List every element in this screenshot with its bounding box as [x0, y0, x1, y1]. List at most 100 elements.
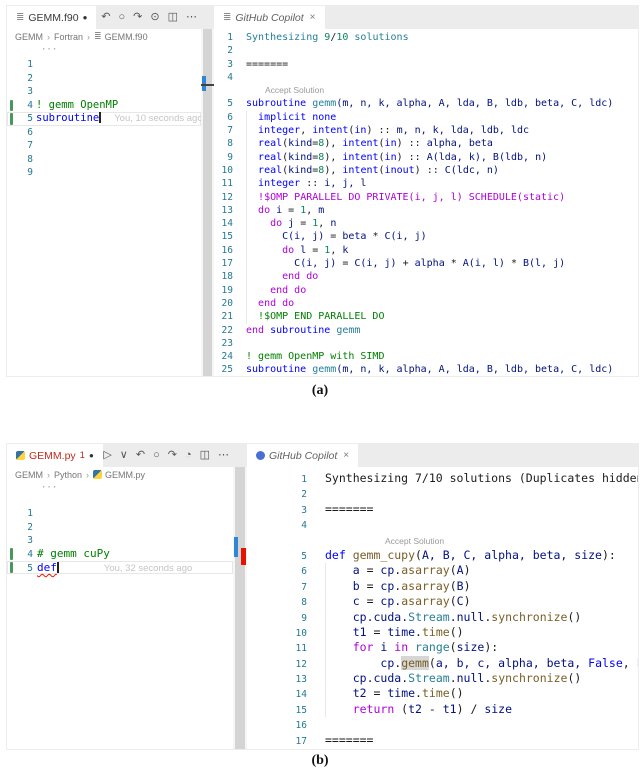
scrollbar-slider[interactable]	[235, 467, 245, 749]
code-line[interactable]: 16	[247, 717, 638, 732]
code-line[interactable]: 1Synthesizing 9/10 solutions	[214, 31, 638, 44]
code-text: do i = 1, m	[246, 204, 324, 217]
code-line[interactable]: 5def gemm_cupy(A, B, C, alpha, beta, siz…	[247, 548, 638, 563]
breadcrumb-item[interactable]: GEMM	[15, 32, 43, 42]
breadcrumb-separator: ›	[86, 470, 89, 480]
breadcrumb-item[interactable]: Python	[54, 470, 82, 480]
code-line[interactable]: 17=======	[247, 733, 638, 748]
more-actions-icon[interactable]: ⋯	[218, 444, 229, 467]
code-line[interactable]: 5defYou, 32 seconds ago	[7, 561, 233, 575]
code-line[interactable]: 8 real(kind=8), intent(in) :: alpha, bet…	[214, 137, 638, 150]
code-line[interactable]: 2	[7, 520, 233, 534]
code-line[interactable]: 7 b = cp.asarray(B)	[247, 579, 638, 594]
code-line[interactable]: 12 !$OMP PARALLEL DO PRIVATE(i, j, l) SC…	[214, 191, 638, 204]
code-line[interactable]: 5subroutine gemm(m, n, k, alpha, A, lda,…	[214, 97, 638, 110]
code-line[interactable]: 8	[7, 153, 201, 167]
code-line[interactable]: 1	[7, 506, 233, 520]
code-line[interactable]: 15 C(i, j) = beta * C(i, j)	[214, 230, 638, 243]
prev-change-icon[interactable]: ○	[119, 6, 126, 29]
breadcrumb-item[interactable]: GEMM.py	[93, 470, 145, 480]
code-line[interactable]: 16 do l = 1, k	[214, 244, 638, 257]
code-line[interactable]: 11 integer :: i, j, l	[214, 177, 638, 190]
code-line[interactable]: 23	[214, 337, 638, 350]
code-line[interactable]: 4	[214, 71, 638, 84]
line-number: 13	[247, 672, 307, 687]
code-line[interactable]: 8 c = cp.asarray(C)	[247, 594, 638, 609]
code-line[interactable]: 7	[7, 139, 201, 153]
code-line[interactable]: 12 cp.gemm(a, b, c, alpha, beta, False, …	[247, 656, 638, 671]
code-line[interactable]: 4	[247, 517, 638, 532]
code-line[interactable]: 1Synthesizing 7/10 solutions (Duplicates…	[247, 471, 638, 486]
history-icon[interactable]: ◔	[185, 444, 192, 467]
code-line[interactable]: 17 C(i, j) = C(i, j) + alpha * A(i, l) *…	[214, 257, 638, 270]
code-line[interactable]: 19 end do	[214, 284, 638, 297]
close-icon[interactable]: ×	[343, 450, 349, 461]
code-line[interactable]: 6 implicit none	[214, 111, 638, 124]
code-line[interactable]: 13 do i = 1, m	[214, 204, 638, 217]
code-line[interactable]: 7 integer, intent(in) :: m, n, k, lda, l…	[214, 124, 638, 137]
code-line[interactable]: 9 real(kind=8), intent(in) :: A(lda, k),…	[214, 151, 638, 164]
code-line[interactable]: 3	[7, 85, 201, 99]
tab-gemm-py[interactable]: GEMM.py 1 ●	[7, 444, 103, 467]
code-line[interactable]: 25subroutine gemm(m, n, k, alpha, A, lda…	[214, 363, 638, 376]
code-line[interactable]: 6 a = cp.asarray(A)	[247, 563, 638, 578]
scrollbar[interactable]	[201, 29, 214, 376]
code-line[interactable]: 20 end do	[214, 297, 638, 310]
close-icon[interactable]: ×	[310, 12, 316, 23]
code-line[interactable]: 3=======	[247, 502, 638, 517]
code-line[interactable]: 14 t2 = time.time()	[247, 686, 638, 701]
prev-change-icon[interactable]: ○	[153, 444, 160, 467]
split-editor-icon[interactable]: ◫	[200, 444, 210, 467]
line-number: 1	[7, 507, 33, 521]
code-line[interactable]: 18 end do	[214, 270, 638, 283]
code-line[interactable]: 5subroutineYou, 10 seconds ago	[7, 112, 201, 126]
split-editor-icon[interactable]: ◫	[168, 6, 178, 29]
tab-gemm-f90[interactable]: ≣ GEMM.f90 ●	[7, 6, 96, 29]
code-line[interactable]: 4! gemm OpenMP	[7, 99, 201, 113]
line-number: 21	[214, 310, 233, 323]
tab-github-copilot[interactable]: GitHub Copilot ×	[247, 444, 358, 467]
code-line[interactable]: 10 real(kind=8), intent(inout) :: C(ldc,…	[214, 164, 638, 177]
code-line[interactable]: 6	[7, 126, 201, 140]
compare-changes-icon[interactable]: ↶	[136, 444, 145, 467]
more-actions-icon[interactable]: ⋯	[186, 6, 197, 29]
scrollbar[interactable]	[233, 467, 247, 749]
code-line[interactable]: 1	[7, 58, 201, 72]
breadcrumb-item[interactable]: Fortran	[54, 32, 83, 42]
code-line[interactable]: 4# gemm cuPy	[7, 547, 233, 561]
compare-changes-icon[interactable]: ↶	[101, 6, 110, 29]
code-line[interactable]: 13 cp.cuda.Stream.null.synchronize()	[247, 671, 638, 686]
tab-github-copilot[interactable]: ≣ GitHub Copilot ×	[214, 6, 325, 29]
folded-code-ellipsis[interactable]: ···	[7, 482, 233, 494]
code-line[interactable]: 22end subroutine gemm	[214, 324, 638, 337]
code-line[interactable]: 24! gemm OpenMP with SIMD	[214, 350, 638, 363]
code-line[interactable]: 9 cp.cuda.Stream.null.synchronize()	[247, 610, 638, 625]
codelens-accept-solution[interactable]: Accept Solution	[265, 85, 324, 95]
line-number: 12	[247, 657, 307, 672]
folded-code-ellipsis[interactable]: ···	[7, 44, 201, 56]
modified-gutter-marker	[10, 548, 13, 560]
code-line[interactable]: 2	[7, 72, 201, 86]
code-line[interactable]: 14 do j = 1, n	[214, 217, 638, 230]
next-change-icon[interactable]: ↷	[168, 444, 177, 467]
next-change-icon[interactable]: ↷	[133, 6, 142, 29]
code-line[interactable]: 11 for i in range(size):	[247, 640, 638, 655]
code-line[interactable]: 9	[7, 166, 201, 180]
code-line[interactable]: 10 t1 = time.time()	[247, 625, 638, 640]
code-line[interactable]: 15 return (t2 - t1) / size	[247, 702, 638, 717]
code-line[interactable]: 21 !$OMP END PARALLEL DO	[214, 310, 638, 323]
breadcrumb-item[interactable]: GEMM	[15, 470, 43, 480]
run-dropdown-icon[interactable]: ∨	[120, 444, 128, 467]
breadcrumb-item[interactable]: ≣GEMM.f90	[94, 31, 148, 42]
vscode-screenshot-b: GEMM.py 1 ● ▷ ∨ ↶ ○ ↷ ◔ ◫ ⋯ GEMM › Python › GEMM.py…	[6, 443, 639, 750]
run-button[interactable]: ▷	[103, 444, 111, 467]
code-line[interactable]: 2	[214, 44, 638, 57]
code-line[interactable]: 3	[7, 533, 233, 547]
overview-modified-marker	[201, 84, 214, 86]
breadcrumb-separator: ›	[47, 470, 50, 480]
code-line[interactable]: 2	[247, 486, 638, 501]
copilot-status-icon[interactable]: ⊙	[150, 6, 159, 29]
codelens-accept-solution[interactable]: Accept Solution	[385, 536, 444, 546]
code-line[interactable]: 3=======	[214, 58, 638, 71]
line-number: 22	[214, 324, 233, 337]
